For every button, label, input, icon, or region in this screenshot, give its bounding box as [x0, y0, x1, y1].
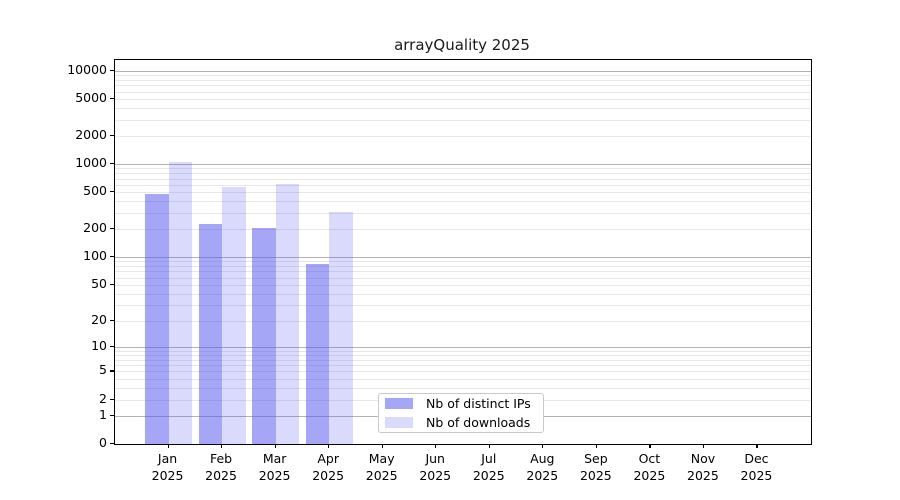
y-gridline-minor	[115, 201, 811, 202]
x-axis-tick-label: Dec 2025	[726, 451, 786, 484]
bar-distinct-ips	[199, 224, 223, 444]
x-axis-tick-label: Nov 2025	[673, 451, 733, 484]
legend-swatch-downloads	[385, 417, 413, 428]
y-axis-tick-mark	[110, 346, 114, 347]
x-axis-tick-mark	[703, 444, 704, 448]
y-gridline-minor	[115, 108, 811, 109]
y-axis-tick-label: 10	[55, 339, 107, 353]
x-axis-tick-mark	[382, 444, 383, 448]
x-axis-tick-mark	[596, 444, 597, 448]
y-axis-tick-label: 10000	[55, 63, 107, 77]
x-axis-tick-mark	[756, 444, 757, 448]
y-gridline-minor	[115, 192, 811, 193]
y-axis-tick-label: 500	[55, 184, 107, 198]
x-axis-tick-mark	[168, 444, 169, 448]
x-axis-tick-label: Jun 2025	[405, 451, 465, 484]
x-axis-tick-label: Jan 2025	[138, 451, 198, 484]
legend-swatch-distinct-ips	[385, 398, 413, 409]
y-axis-tick-mark	[110, 443, 114, 444]
y-gridline-minor	[115, 168, 811, 169]
x-axis-tick-label: Apr 2025	[298, 451, 358, 484]
y-axis-tick-mark	[110, 284, 114, 285]
y-gridline-minor	[115, 99, 811, 100]
x-axis-tick-mark	[221, 444, 222, 448]
x-axis-tick-label: May 2025	[352, 451, 412, 484]
y-axis-tick-mark	[110, 98, 114, 99]
y-axis-tick-label: 0	[55, 436, 107, 450]
x-axis-tick-label: Aug 2025	[512, 451, 572, 484]
x-axis-tick-mark	[435, 444, 436, 448]
x-axis-tick-label: Jul 2025	[459, 451, 519, 484]
y-gridline-major	[115, 164, 811, 165]
y-axis-tick-label: 2	[55, 392, 107, 406]
bar-downloads	[222, 187, 246, 444]
y-axis-tick-label: 1000	[55, 156, 107, 170]
y-axis-tick-mark	[110, 70, 114, 71]
legend-item: Nb of downloads	[379, 415, 543, 431]
y-axis-tick-mark	[110, 320, 114, 321]
y-axis-tick-mark	[110, 370, 114, 371]
bar-distinct-ips	[306, 264, 330, 444]
y-axis-tick-mark	[110, 415, 114, 416]
y-axis-tick-mark	[110, 256, 114, 257]
legend-label: Nb of downloads	[426, 415, 530, 430]
x-axis-tick-label: Feb 2025	[191, 451, 251, 484]
y-axis-tick-label: 2000	[55, 128, 107, 142]
y-axis-tick-mark	[110, 163, 114, 164]
y-axis-tick-mark	[110, 135, 114, 136]
y-axis-tick-label: 50	[55, 277, 107, 291]
bar-downloads	[276, 184, 300, 444]
legend: Nb of distinct IPs Nb of downloads	[378, 393, 544, 433]
x-axis-tick-mark	[275, 444, 276, 448]
y-axis-tick-label: 20	[55, 313, 107, 327]
legend-label: Nb of distinct IPs	[426, 396, 531, 411]
y-gridline-minor	[115, 85, 811, 86]
y-axis-tick-label: 1	[55, 408, 107, 422]
x-axis-tick-label: Sep 2025	[566, 451, 626, 484]
legend-item: Nb of distinct IPs	[379, 396, 543, 412]
y-axis-tick-label: 100	[55, 249, 107, 263]
y-gridline-minor	[115, 213, 811, 214]
y-axis-tick-label: 200	[55, 221, 107, 235]
y-gridline-minor	[115, 185, 811, 186]
y-gridline-minor	[115, 92, 811, 93]
y-axis-tick-label: 5000	[55, 91, 107, 105]
bar-downloads	[329, 212, 353, 444]
x-axis-tick-mark	[542, 444, 543, 448]
y-axis-tick-mark	[110, 399, 114, 400]
y-gridline-minor	[115, 75, 811, 76]
x-axis-tick-mark	[328, 444, 329, 448]
y-axis-tick-mark	[110, 228, 114, 229]
plot-area	[114, 59, 812, 445]
x-axis-tick-mark	[649, 444, 650, 448]
x-axis-tick-label: Mar 2025	[245, 451, 305, 484]
y-gridline-minor	[115, 179, 811, 180]
y-axis-tick-label: 5	[55, 363, 107, 377]
y-gridline-minor	[115, 173, 811, 174]
x-axis-tick-label: Oct 2025	[619, 451, 679, 484]
y-axis-tick-mark	[110, 191, 114, 192]
bar-distinct-ips	[252, 228, 276, 444]
figure: arrayQuality 2025 0 1 2 5 10 20 50 100 200 500 100…	[0, 0, 900, 500]
bar-downloads	[169, 162, 193, 444]
y-gridline-major	[115, 71, 811, 72]
y-gridline-minor	[115, 80, 811, 81]
y-gridline-minor	[115, 120, 811, 121]
y-gridline-minor	[115, 136, 811, 137]
chart-title: arrayQuality 2025	[114, 36, 810, 54]
x-axis-tick-mark	[489, 444, 490, 448]
bar-distinct-ips	[145, 194, 169, 444]
